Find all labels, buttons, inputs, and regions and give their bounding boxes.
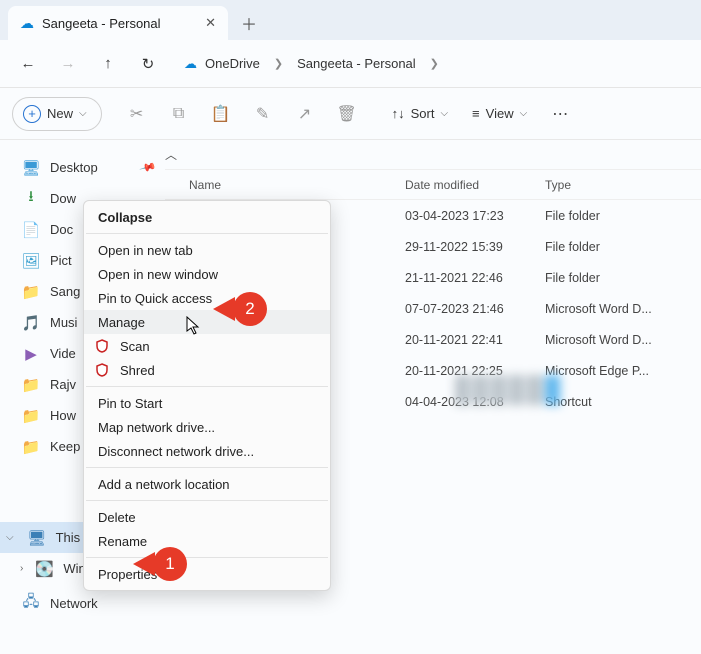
sort-button[interactable]: ↑↓ Sort ⌵ <box>382 97 458 131</box>
view-button[interactable]: ≡ View ⌵ <box>462 97 537 131</box>
drive-icon: 💽 <box>35 560 53 578</box>
music-icon: 🎵 <box>22 314 40 332</box>
ctx-collapse[interactable]: Collapse <box>84 205 330 229</box>
column-name[interactable]: Name <box>165 178 405 192</box>
paste-button[interactable]: 📋 <box>202 97 240 131</box>
ctx-pin-quick-access[interactable]: Pin to Quick access <box>84 286 330 310</box>
breadcrumb[interactable]: ☁ OneDrive ❯ Sangeeta - Personal ❯ <box>184 52 445 75</box>
file-type: File folder <box>545 240 701 254</box>
pictures-icon: 🖼 <box>22 252 40 270</box>
file-type: Microsoft Word D... <box>545 302 701 316</box>
file-date: 07-07-2023 21:46 <box>405 302 545 316</box>
chevron-down-icon: ⌵ <box>6 532 14 543</box>
ctx-scan[interactable]: Scan <box>84 334 330 358</box>
up-button[interactable]: ↑ <box>92 48 124 80</box>
ctx-add-network-location[interactable]: Add a network location <box>84 472 330 496</box>
collapse-header-icon[interactable]: ︿ <box>165 140 701 170</box>
ctx-properties[interactable]: Properties <box>84 562 330 586</box>
ctx-delete[interactable]: Delete <box>84 505 330 529</box>
sidebar-item-desktop[interactable]: 🖥Desktop📌 <box>0 152 165 183</box>
blurred-content <box>455 375 575 405</box>
chevron-down-icon: ⌵ <box>520 108 528 119</box>
ctx-map-drive[interactable]: Map network drive... <box>84 415 330 439</box>
mcafee-icon <box>94 363 110 377</box>
breadcrumb-root[interactable]: OneDrive <box>199 52 266 75</box>
folder-icon: 📁 <box>22 376 40 394</box>
cut-button[interactable]: ✂ <box>118 97 156 131</box>
folder-icon: 📁 <box>22 407 40 425</box>
ctx-open-new-tab[interactable]: Open in new tab <box>84 238 330 262</box>
chevron-right-icon: › <box>20 563 23 574</box>
file-date: 29-11-2022 15:39 <box>405 240 545 254</box>
ctx-rename[interactable]: Rename <box>84 529 330 553</box>
mcafee-icon <box>94 339 110 353</box>
column-date[interactable]: Date modified <box>405 178 545 192</box>
breadcrumb-segment[interactable]: Sangeeta - Personal <box>291 52 422 75</box>
pc-icon: 🖥 <box>28 529 46 547</box>
cloud-icon: ☁ <box>184 56 197 72</box>
ctx-pin-start[interactable]: Pin to Start <box>84 391 330 415</box>
file-date: 21-11-2021 22:46 <box>405 271 545 285</box>
new-tab-button[interactable]: ＋ <box>232 6 266 40</box>
share-button[interactable]: ↗ <box>286 97 324 131</box>
file-type: File folder <box>545 271 701 285</box>
new-button[interactable]: + New ⌵ <box>12 97 102 131</box>
documents-icon: 📄 <box>22 221 40 239</box>
desktop-icon: 🖥 <box>22 159 40 177</box>
cloud-icon: ☁ <box>20 15 34 32</box>
ctx-manage[interactable]: Manage <box>84 310 330 334</box>
view-icon: ≡ <box>472 106 480 121</box>
chevron-right-icon: ❯ <box>268 57 289 70</box>
file-date: 20-11-2021 22:41 <box>405 333 545 347</box>
back-button[interactable]: ← <box>12 48 44 80</box>
chevron-down-icon: ⌵ <box>440 108 448 119</box>
chevron-right-icon: ❯ <box>424 57 445 70</box>
chevron-down-icon: ⌵ <box>79 108 87 119</box>
view-label: View <box>486 106 514 121</box>
new-label: New <box>47 106 73 121</box>
mouse-cursor <box>185 316 201 336</box>
plus-icon: + <box>23 105 41 123</box>
more-button[interactable]: ⋯ <box>541 97 579 131</box>
sort-label: Sort <box>411 106 435 121</box>
ctx-disconnect-drive[interactable]: Disconnect network drive... <box>84 439 330 463</box>
window-tab[interactable]: ☁ Sangeeta - Personal ✕ <box>8 6 228 40</box>
ctx-open-new-window[interactable]: Open in new window <box>84 262 330 286</box>
folder-icon: 📁 <box>22 438 40 456</box>
context-menu: Collapse Open in new tab Open in new win… <box>83 200 331 591</box>
close-tab-icon[interactable]: ✕ <box>205 15 216 31</box>
ctx-shred[interactable]: Shred <box>84 358 330 382</box>
tab-title: Sangeeta - Personal <box>42 16 161 31</box>
sort-icon: ↑↓ <box>392 106 405 121</box>
folder-icon: 📁 <box>22 283 40 301</box>
pin-icon: 📌 <box>139 158 157 176</box>
sidebar-item-network[interactable]: 🖧Network <box>0 588 165 619</box>
forward-button[interactable]: → <box>52 48 84 80</box>
column-type[interactable]: Type <box>545 178 701 192</box>
videos-icon: ▶ <box>22 345 40 363</box>
file-date: 03-04-2023 17:23 <box>405 209 545 223</box>
downloads-icon: ⭳ <box>22 190 40 208</box>
refresh-button[interactable]: ↻ <box>132 48 164 80</box>
file-type: File folder <box>545 209 701 223</box>
copy-button[interactable]: ⧉ <box>160 97 198 131</box>
rename-button[interactable]: ✎ <box>244 97 282 131</box>
delete-button[interactable]: 🗑 <box>328 97 366 131</box>
file-type: Microsoft Word D... <box>545 333 701 347</box>
network-icon: 🖧 <box>22 595 40 613</box>
